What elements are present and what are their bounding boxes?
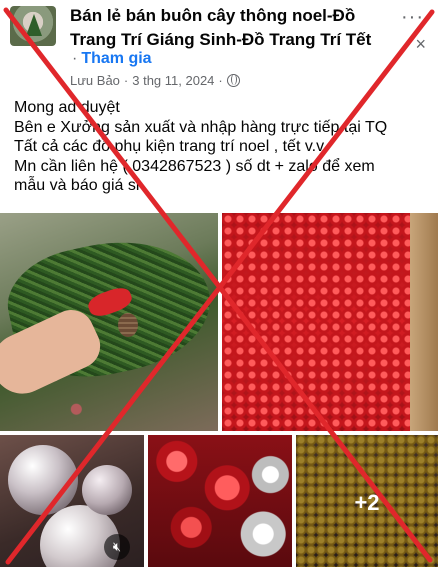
speaker-muted-icon[interactable]: 🔇︎ (104, 534, 130, 560)
meta-separator: · (218, 73, 223, 88)
more-photos-count: +2 (354, 490, 380, 515)
close-icon[interactable]: × (415, 34, 426, 55)
meta-separator: · (123, 73, 129, 88)
join-group-link[interactable]: · Tham gia (72, 50, 152, 68)
photo-red-berries[interactable] (222, 213, 438, 431)
video-silver-ornaments[interactable]: 🔇︎ (0, 435, 144, 567)
ornament-ball (82, 465, 132, 515)
tree-icon (26, 14, 42, 36)
post-text-line: Bên e Xưởng sản xuất và nhập hàng trực t… (14, 118, 388, 136)
join-label[interactable]: Tham gia (81, 50, 151, 67)
post-date[interactable]: 3 thg 11, 2024 (132, 73, 214, 88)
group-avatar[interactable] (10, 6, 56, 46)
more-options-icon[interactable]: ··· (401, 6, 424, 29)
post-text-line: mẫu và báo giá sỉ (14, 177, 140, 194)
post-header: Bán lẻ bán buôn cây thông noel-Đồ Trang … (0, 0, 438, 96)
ornament-ball (8, 445, 78, 515)
pinecone-shape (118, 313, 138, 337)
author-name[interactable]: Lưu Bảo (70, 73, 120, 88)
post-text-line: Mong ad duyệt (14, 99, 120, 116)
photo-christmas-garland[interactable] (0, 213, 218, 431)
post-body: Mong ad duyệt Bên e Xưởng sản xuất và nh… (14, 98, 432, 196)
post-text-line: Mn cần liên hệ ( 0342867523 ) số dt + za… (14, 157, 375, 175)
photo-red-silver-ornaments[interactable] (148, 435, 292, 567)
separator-dot: · (72, 50, 78, 67)
globe-icon (226, 74, 240, 87)
photo-gold-ornaments[interactable]: +2 (296, 435, 438, 567)
group-name-link[interactable]: Bán lẻ bán buôn cây thông noel-Đồ Trang … (70, 4, 400, 52)
post-text-line: Tất cả các đồ phụ kiện trang trí noel , … (14, 138, 325, 155)
cardboard-box-shape (410, 213, 438, 431)
post-meta: Lưu Bảo · 3 thg 11, 2024 · (70, 73, 240, 88)
media-grid: 🔇︎ +2 (0, 213, 438, 567)
